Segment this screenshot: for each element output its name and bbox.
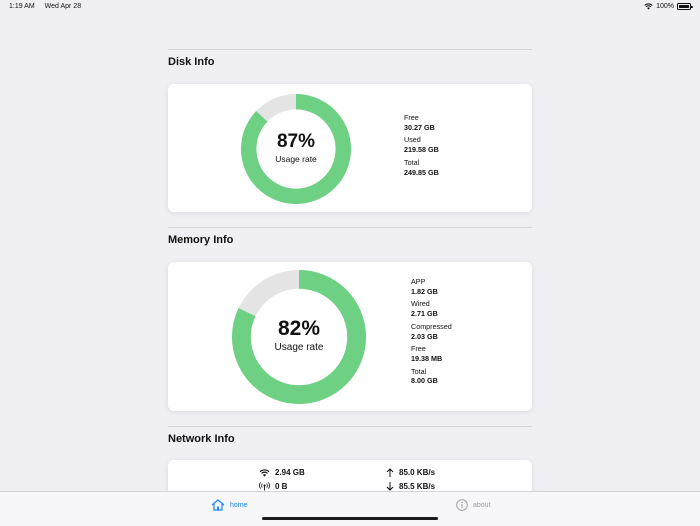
memory-app-value: 1.82 GB bbox=[411, 286, 438, 296]
wifi-total-row: 2.94 GB bbox=[259, 468, 305, 477]
status-time: 1:19 AM bbox=[9, 3, 35, 10]
download-rate-value: 85.5 KB/s bbox=[399, 482, 436, 491]
disk-usage-percent: 87% bbox=[276, 131, 316, 152]
upload-rate-row: 85.0 KB/s bbox=[386, 468, 435, 477]
memory-app-label: APP bbox=[411, 277, 426, 286]
network-section-title: Network Info bbox=[168, 433, 235, 445]
arrow-up-icon bbox=[386, 468, 394, 477]
disk-stats: Free 30.27 GB Used 219.58 GB Total 249.8… bbox=[404, 113, 439, 180]
disk-usage-label: Usage rate bbox=[275, 154, 317, 164]
disk-used-value: 219.58 GB bbox=[404, 145, 439, 155]
section-divider bbox=[168, 426, 532, 427]
memory-stats: APP 1.82 GB Wired 2.71 GB Compressed 2.0… bbox=[411, 277, 452, 389]
home-icon bbox=[211, 499, 225, 511]
wifi-icon bbox=[259, 468, 270, 477]
download-rate-row: 85.5 KB/s bbox=[386, 482, 435, 491]
memory-ring-center: 82% Usage rate bbox=[232, 317, 366, 353]
disk-free-value: 30.27 GB bbox=[404, 122, 435, 132]
wifi-total-value: 2.94 GB bbox=[275, 468, 305, 477]
section-divider bbox=[168, 49, 532, 50]
upload-rate-value: 85.0 KB/s bbox=[399, 468, 436, 477]
section-divider bbox=[168, 227, 532, 228]
tab-home-label: home bbox=[230, 501, 248, 509]
wifi-icon bbox=[644, 3, 653, 10]
memory-total-value: 8.00 GB bbox=[411, 376, 438, 386]
memory-usage-label: Usage rate bbox=[274, 342, 324, 353]
memory-section-title: Memory Info bbox=[168, 234, 234, 246]
memory-total-label: Total bbox=[411, 366, 427, 376]
info-icon bbox=[456, 499, 468, 511]
memory-wired-value: 2.71 GB bbox=[411, 309, 438, 319]
disk-free-label: Free bbox=[404, 113, 419, 122]
battery-icon bbox=[677, 3, 693, 10]
battery-percent: 100% bbox=[656, 3, 674, 10]
status-right: 100% bbox=[644, 3, 693, 10]
status-bar: 1:19 AM Wed Apr 28 100% bbox=[0, 0, 700, 14]
disk-ring-center: 87% Usage rate bbox=[241, 131, 351, 164]
memory-compressed-label: Compressed bbox=[411, 321, 452, 331]
memory-card: 82% Usage rate APP 1.82 GB Wired 2.71 GB… bbox=[168, 262, 532, 411]
status-left: 1:19 AM Wed Apr 28 bbox=[9, 3, 89, 10]
disk-used-label: Used bbox=[404, 135, 421, 145]
memory-compressed-value: 2.03 GB bbox=[411, 331, 438, 341]
disk-total-value: 249.85 GB bbox=[404, 167, 439, 177]
cellular-total-row: 0 B bbox=[259, 482, 287, 491]
tab-home[interactable]: home bbox=[211, 499, 248, 511]
tab-bar: home about bbox=[0, 491, 700, 526]
memory-free-label: Free bbox=[411, 344, 426, 354]
arrow-down-icon bbox=[386, 482, 394, 491]
disk-total-label: Total bbox=[404, 157, 420, 167]
status-date: Wed Apr 28 bbox=[44, 3, 82, 10]
cellular-total-value: 0 B bbox=[275, 482, 288, 491]
home-indicator bbox=[262, 517, 438, 520]
disk-section-title: Disk Info bbox=[168, 56, 215, 68]
memory-free-value: 19.38 MB bbox=[411, 354, 443, 364]
tab-about[interactable]: about bbox=[456, 499, 491, 511]
cellular-antenna-icon bbox=[259, 482, 270, 491]
tab-about-label: about bbox=[473, 501, 491, 509]
disk-card: 87% Usage rate Free 30.27 GB Used 219.58… bbox=[168, 84, 532, 212]
memory-usage-percent: 82% bbox=[277, 317, 321, 340]
memory-wired-label: Wired bbox=[411, 299, 430, 309]
